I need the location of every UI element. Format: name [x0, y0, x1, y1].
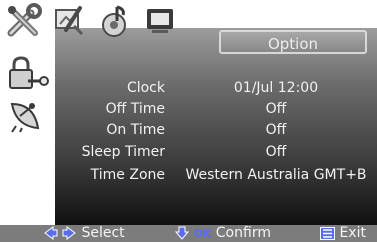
screen-icon[interactable]: [144, 6, 178, 34]
menu-row-time-zone[interactable]: Time Zone Western Australia GMT+B: [55, 165, 377, 185]
lock-icon[interactable]: [6, 56, 50, 92]
select-hint: Select: [43, 225, 125, 242]
menu-row-on-time[interactable]: On Time Off: [55, 120, 377, 140]
confirm-hint-label: Confirm: [215, 225, 271, 241]
exit-hint-label: Exit: [339, 225, 366, 241]
confirm-hint: OK Confirm: [174, 225, 271, 242]
menu-row-value: Off: [265, 122, 287, 138]
select-hint-label: Select: [81, 225, 125, 241]
menu-row-label: Clock: [126, 80, 165, 96]
menu-row-sleep-timer[interactable]: Sleep Timer Off: [55, 142, 377, 162]
menu-row-label: Off Time: [105, 101, 165, 117]
menu-row-value: Off: [265, 144, 287, 160]
picture-settings-icon[interactable]: [52, 4, 86, 36]
menu-row-value: Western Australia GMT+B: [185, 167, 367, 183]
down-arrow-icon: [174, 225, 193, 241]
left-right-arrows-icon: [43, 225, 81, 241]
sound-icon[interactable]: [97, 3, 131, 39]
satellite-dish-icon[interactable]: [8, 96, 48, 134]
menu-title: Option: [219, 30, 367, 54]
menu-row-value: 01/Jul 12:00: [233, 80, 319, 96]
tools-icon[interactable]: [5, 3, 45, 39]
menu-row-clock[interactable]: Clock 01/Jul 12:00: [55, 78, 377, 98]
menu-row-off-time[interactable]: Off Time Off: [55, 99, 377, 119]
menu-row-label: Time Zone: [90, 167, 165, 183]
menu-row-label: Sleep Timer: [81, 144, 165, 160]
menu-key-icon: [320, 225, 339, 241]
exit-hint: Exit: [320, 225, 366, 242]
menu-row-value: Off: [265, 101, 287, 117]
menu-row-label: On Time: [106, 122, 165, 138]
ok-key-badge: OK: [193, 227, 211, 240]
